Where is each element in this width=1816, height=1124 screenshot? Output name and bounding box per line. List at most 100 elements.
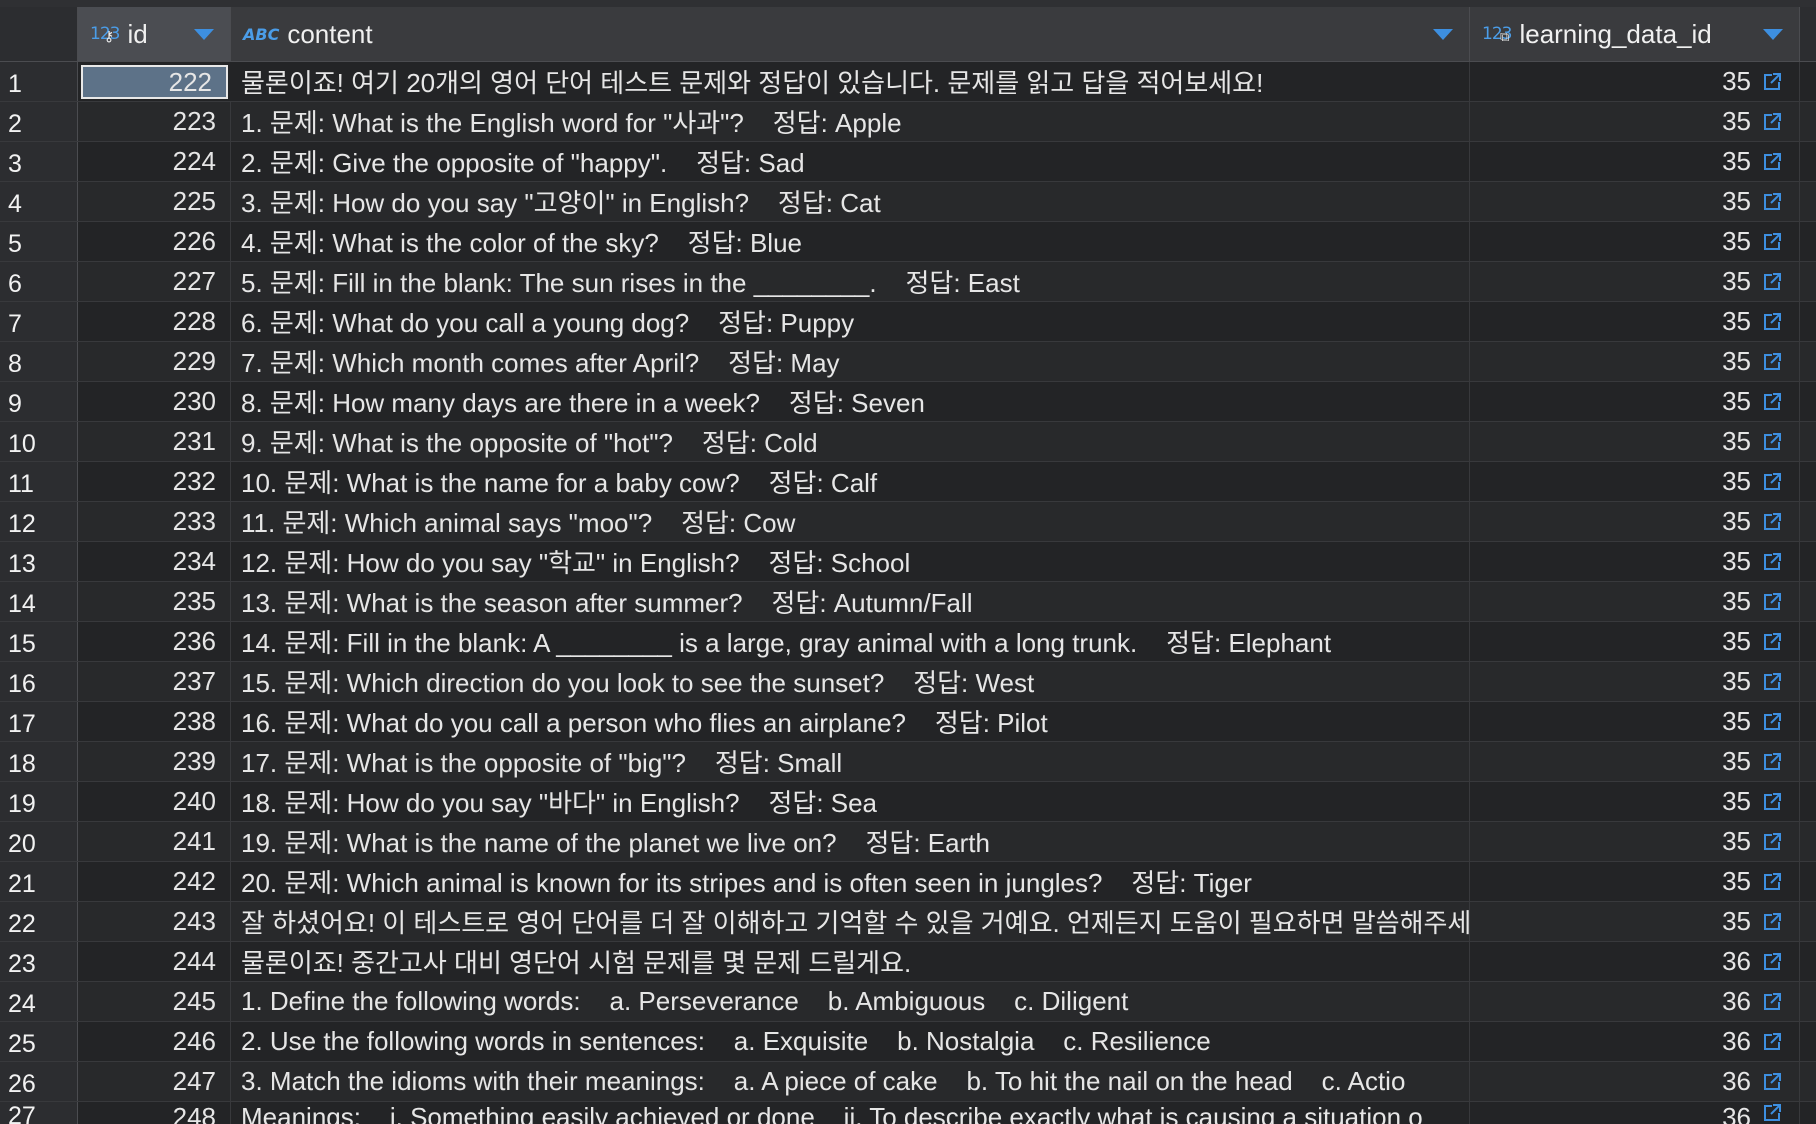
- id-cell[interactable]: 244: [78, 942, 231, 981]
- id-cell[interactable]: 236: [78, 622, 231, 661]
- id-cell[interactable]: 247: [78, 1062, 231, 1101]
- content-cell[interactable]: 19. 문제: What is the name of the planet w…: [231, 822, 1470, 861]
- table-row[interactable]: 25 246 2. Use the following words in sente…: [0, 1022, 1816, 1062]
- open-reference-link-icon[interactable]: [1761, 711, 1783, 733]
- id-cell[interactable]: 233: [78, 502, 231, 541]
- row-number[interactable]: 4: [0, 182, 78, 221]
- content-cell[interactable]: 16. 문제: What do you call a person who fl…: [231, 702, 1470, 741]
- table-row[interactable]: 8 229 7. 문제: Which month comes after April…: [0, 342, 1816, 382]
- row-number[interactable]: 16: [0, 662, 78, 701]
- content-cell[interactable]: 14. 문제: Fill in the blank: A ________ is…: [231, 622, 1470, 661]
- content-cell[interactable]: 물론이죠! 여기 20개의 영어 단어 테스트 문제와 정답이 있습니다. 문제…: [231, 62, 1470, 101]
- id-cell[interactable]: 234: [78, 542, 231, 581]
- id-cell[interactable]: 238: [78, 702, 231, 741]
- learning-data-id-cell[interactable]: 35: [1470, 742, 1800, 781]
- learning-data-id-cell[interactable]: 35: [1470, 142, 1800, 181]
- table-row[interactable]: 2 223 1. 문제: What is the English word for …: [0, 102, 1816, 142]
- id-cell[interactable]: 223: [78, 102, 231, 141]
- content-cell[interactable]: 8. 문제: How many days are there in a week…: [231, 382, 1470, 421]
- table-row[interactable]: 5 226 4. 문제: What is the color of the sky?…: [0, 222, 1816, 262]
- row-number[interactable]: 20: [0, 822, 78, 861]
- open-reference-link-icon[interactable]: [1761, 631, 1783, 653]
- learning-data-id-cell[interactable]: 35: [1470, 502, 1800, 541]
- open-reference-link-icon[interactable]: [1761, 391, 1783, 413]
- content-cell[interactable]: 3. 문제: How do you say "고양이" in English? …: [231, 182, 1470, 221]
- content-cell[interactable]: 1. Define the following words: a. Persev…: [231, 982, 1470, 1021]
- learning-data-id-cell[interactable]: 35: [1470, 862, 1800, 901]
- column-filter-arrow-icon[interactable]: [1433, 29, 1453, 40]
- learning-data-id-cell[interactable]: 35: [1470, 542, 1800, 581]
- column-filter-arrow-icon[interactable]: [1763, 29, 1783, 40]
- open-reference-link-icon[interactable]: [1761, 951, 1783, 973]
- table-row[interactable]: 9 230 8. 문제: How many days are there in a …: [0, 382, 1816, 422]
- row-number[interactable]: 15: [0, 622, 78, 661]
- id-cell[interactable]: 241: [78, 822, 231, 861]
- content-cell[interactable]: 10. 문제: What is the name for a baby cow?…: [231, 462, 1470, 501]
- open-reference-link-icon[interactable]: [1761, 551, 1783, 573]
- learning-data-id-cell[interactable]: 35: [1470, 262, 1800, 301]
- content-cell[interactable]: 12. 문제: How do you say "학교" in English? …: [231, 542, 1470, 581]
- table-row[interactable]: 15 236 14. 문제: Fill in the blank: A ______…: [0, 622, 1816, 662]
- column-filter-arrow-icon[interactable]: [194, 29, 214, 40]
- row-number[interactable]: 7: [0, 302, 78, 341]
- open-reference-link-icon[interactable]: [1761, 431, 1783, 453]
- table-row[interactable]: 13 234 12. 문제: How do you say "학교" in Engl…: [0, 542, 1816, 582]
- row-number[interactable]: 10: [0, 422, 78, 461]
- id-cell[interactable]: 226: [78, 222, 231, 261]
- row-number[interactable]: 5: [0, 222, 78, 261]
- row-number[interactable]: 18: [0, 742, 78, 781]
- row-number[interactable]: 26: [0, 1062, 78, 1101]
- id-cell[interactable]: 232: [78, 462, 231, 501]
- open-reference-link-icon[interactable]: [1761, 471, 1783, 493]
- learning-data-id-cell[interactable]: 35: [1470, 822, 1800, 861]
- table-row[interactable]: 12 233 11. 문제: Which animal says "moo"? 정답…: [0, 502, 1816, 542]
- row-number[interactable]: 9: [0, 382, 78, 421]
- id-cell[interactable]: 228: [78, 302, 231, 341]
- open-reference-link-icon[interactable]: [1761, 71, 1783, 93]
- table-row[interactable]: 6 227 5. 문제: Fill in the blank: The sun ri…: [0, 262, 1816, 302]
- id-cell[interactable]: 235: [78, 582, 231, 621]
- open-reference-link-icon[interactable]: [1761, 791, 1783, 813]
- table-row[interactable]: 20 241 19. 문제: What is the name of the pla…: [0, 822, 1816, 862]
- table-row[interactable]: 1 222 물론이죠! 여기 20개의 영어 단어 테스트 문제와 정답이 있습니다…: [0, 62, 1816, 102]
- row-number-header[interactable]: [0, 7, 78, 61]
- id-cell[interactable]: 225: [78, 182, 231, 221]
- row-number[interactable]: 19: [0, 782, 78, 821]
- id-cell[interactable]: 242: [78, 862, 231, 901]
- row-number[interactable]: 12: [0, 502, 78, 541]
- learning-data-id-cell[interactable]: 35: [1470, 102, 1800, 141]
- open-reference-link-icon[interactable]: [1761, 911, 1783, 933]
- open-reference-link-icon[interactable]: [1761, 1071, 1783, 1093]
- id-cell[interactable]: 245: [78, 982, 231, 1021]
- table-row[interactable]: 26 247 3. Match the idioms with their mean…: [0, 1062, 1816, 1102]
- learning-data-id-cell[interactable]: 35: [1470, 702, 1800, 741]
- id-cell[interactable]: 231: [78, 422, 231, 461]
- table-row[interactable]: 22 243 잘 하셨어요! 이 테스트로 영어 단어를 더 잘 이해하고 기억할 …: [0, 902, 1816, 942]
- table-row[interactable]: 27 248 Meanings: i. Something easily achie…: [0, 1102, 1816, 1124]
- row-number[interactable]: 27: [0, 1102, 78, 1124]
- open-reference-link-icon[interactable]: [1761, 191, 1783, 213]
- open-reference-link-icon[interactable]: [1761, 271, 1783, 293]
- open-reference-link-icon[interactable]: [1761, 991, 1783, 1013]
- open-reference-link-icon[interactable]: [1761, 311, 1783, 333]
- learning-data-id-cell[interactable]: 35: [1470, 222, 1800, 261]
- learning-data-id-cell[interactable]: 36: [1470, 1022, 1800, 1061]
- learning-data-id-cell[interactable]: 35: [1470, 582, 1800, 621]
- table-row[interactable]: 19 240 18. 문제: How do you say "바다" in Engl…: [0, 782, 1816, 822]
- learning-data-id-cell[interactable]: 35: [1470, 622, 1800, 661]
- content-cell[interactable]: 7. 문제: Which month comes after April? 정답…: [231, 342, 1470, 381]
- learning-data-id-cell[interactable]: 35: [1470, 342, 1800, 381]
- content-cell[interactable]: 11. 문제: Which animal says "moo"? 정답: Cow: [231, 502, 1470, 541]
- table-row[interactable]: 10 231 9. 문제: What is the opposite of "hot…: [0, 422, 1816, 462]
- id-cell[interactable]: 224: [78, 142, 231, 181]
- open-reference-link-icon[interactable]: [1761, 831, 1783, 853]
- id-cell[interactable]: 230: [78, 382, 231, 421]
- content-cell[interactable]: 잘 하셨어요! 이 테스트로 영어 단어를 더 잘 이해하고 기억할 수 있을 …: [231, 902, 1470, 941]
- open-reference-link-icon[interactable]: [1761, 591, 1783, 613]
- id-cell[interactable]: 248: [78, 1102, 231, 1124]
- table-row[interactable]: 24 245 1. Define the following words: a. P…: [0, 982, 1816, 1022]
- content-cell[interactable]: 6. 문제: What do you call a young dog? 정답:…: [231, 302, 1470, 341]
- learning-data-id-cell[interactable]: 35: [1470, 422, 1800, 461]
- content-cell[interactable]: 20. 문제: Which animal is known for its st…: [231, 862, 1470, 901]
- table-row[interactable]: 21 242 20. 문제: Which animal is known for i…: [0, 862, 1816, 902]
